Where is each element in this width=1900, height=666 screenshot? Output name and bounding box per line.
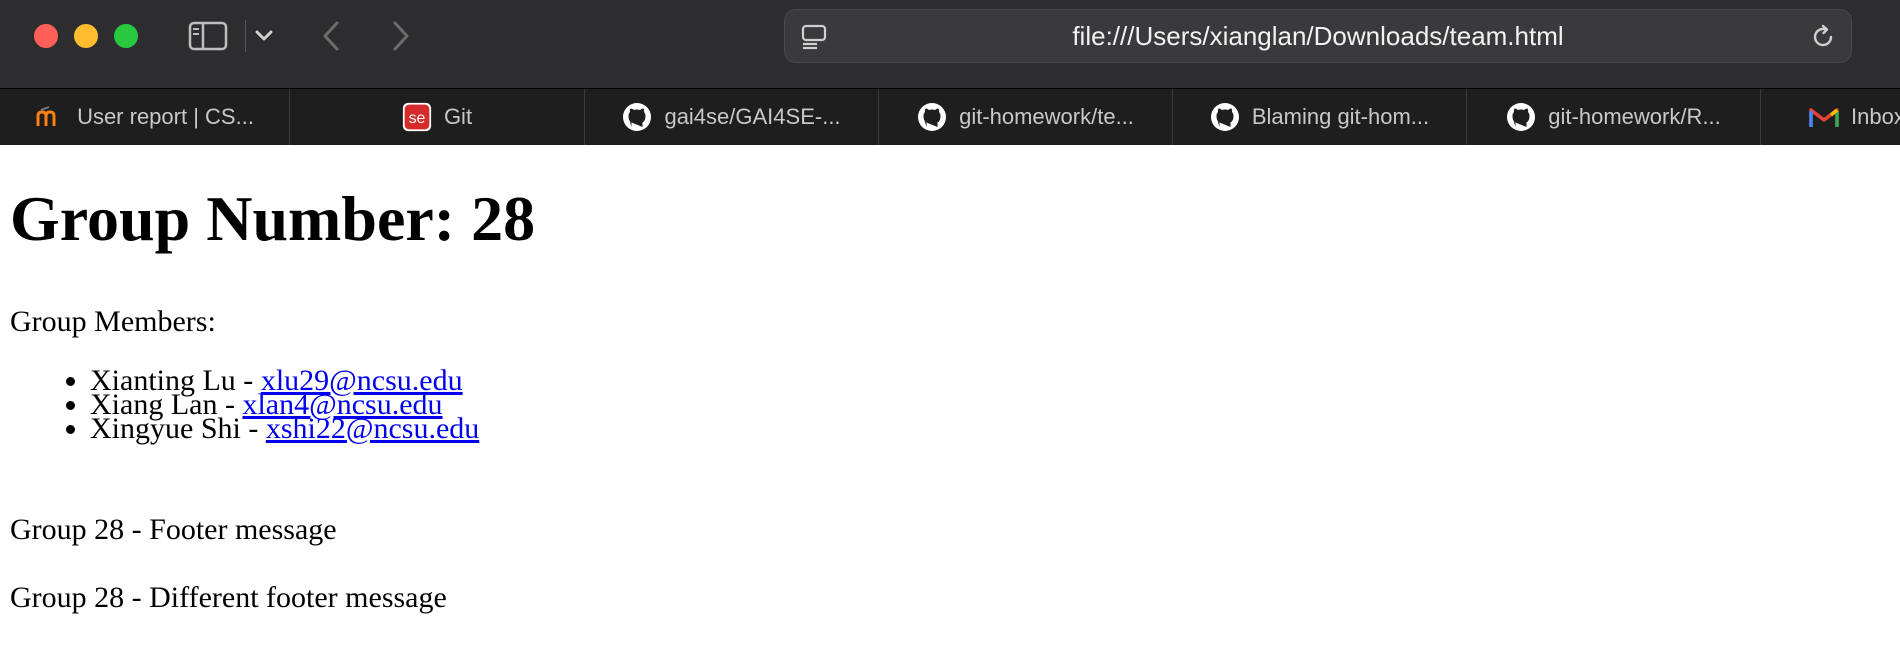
- se-icon: se: [402, 102, 432, 132]
- tab-user-report[interactable]: User report | CS...: [0, 89, 290, 145]
- back-button[interactable]: [316, 18, 346, 54]
- tab-label: User report | CS...: [77, 104, 254, 129]
- list-item: Xingyue Shi - xshi22@ncsu.edu: [90, 411, 790, 447]
- footer-message: Group 28 - Footer message: [10, 513, 337, 546]
- close-window-button[interactable]: [34, 24, 58, 48]
- members-list: Xianting Lu - xlu29@ncsu.edu Xiang Lan -…: [10, 364, 790, 447]
- minimize-window-button[interactable]: [74, 24, 98, 48]
- gmail-icon: [1809, 102, 1839, 132]
- github-icon: [1506, 102, 1536, 132]
- github-icon: [917, 102, 947, 132]
- reload-icon[interactable]: [1809, 23, 1837, 51]
- sidebar-toggle-button[interactable]: [188, 18, 228, 54]
- footer-message-alt: Group 28 - Different footer message: [10, 581, 447, 614]
- github-icon: [622, 102, 652, 132]
- url-text[interactable]: file:///Users/xianglan/Downloads/team.ht…: [1072, 21, 1563, 52]
- tab-gai4se[interactable]: gai4se/GAI4SE-...: [585, 89, 879, 145]
- chevron-left-icon: [323, 21, 339, 51]
- tab-label: git-homework/te...: [959, 104, 1134, 129]
- tab-git[interactable]: se Git: [290, 89, 585, 145]
- github-icon: [1210, 102, 1240, 132]
- forward-button[interactable]: [386, 18, 416, 54]
- zoom-window-button[interactable]: [114, 24, 138, 48]
- tab-label: git-homework/R...: [1548, 104, 1721, 129]
- browser-toolbar: file:///Users/xianglan/Downloads/team.ht…: [0, 0, 1900, 88]
- tab-label: Blaming git-hom...: [1251, 104, 1430, 129]
- tab-git-homework-team[interactable]: git-homework/te...: [879, 89, 1173, 145]
- page-title: Group Number: 28: [10, 183, 536, 254]
- address-bar[interactable]: file:///Users/xianglan/Downloads/team.ht…: [784, 9, 1852, 63]
- chevron-down-icon: [255, 30, 273, 41]
- svg-text:se: se: [409, 110, 426, 127]
- members-label: Group Members:: [10, 305, 216, 338]
- member-email-link[interactable]: xshi22@ncsu.edu: [266, 412, 479, 445]
- page-menu-icon[interactable]: [801, 24, 827, 50]
- tab-label: gai4se/GAI4SE-...: [664, 104, 841, 129]
- tab-blaming-git-homework[interactable]: Blaming git-hom...: [1173, 89, 1467, 145]
- tab-inbox[interactable]: Inbox: [1761, 89, 1900, 145]
- sidebar-icon: [188, 21, 228, 51]
- tab-group-menu-button[interactable]: [252, 24, 276, 48]
- toolbar-divider: [245, 20, 246, 52]
- tab-git-homework-readme[interactable]: git-homework/R...: [1467, 89, 1761, 145]
- tab-label: Git: [443, 104, 473, 129]
- chevron-right-icon: [393, 21, 409, 51]
- tab-label: Inbox: [1851, 104, 1900, 129]
- tab-bar: User report | CS... se Git gai4se/GAI4SE…: [0, 88, 1900, 145]
- moodle-icon: [35, 102, 65, 132]
- member-name: Xingyue Shi -: [90, 412, 266, 445]
